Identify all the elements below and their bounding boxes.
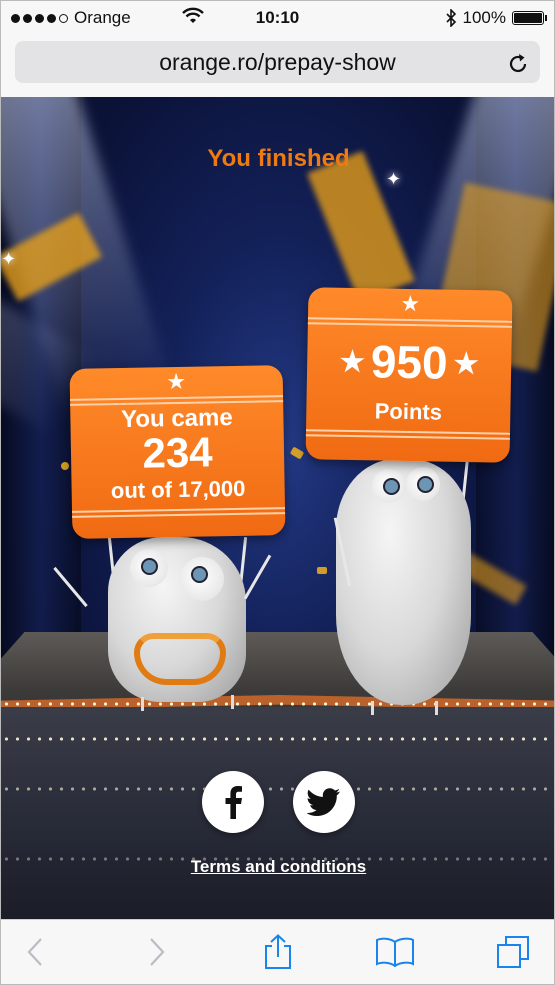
- points-row: ★ 950 ★: [307, 333, 512, 391]
- character-leg: [371, 701, 374, 715]
- twitter-icon: [307, 788, 340, 816]
- terms-and-conditions-link[interactable]: Terms and conditions: [1, 857, 554, 877]
- battery-icon: [512, 11, 547, 25]
- facebook-icon: [225, 786, 242, 819]
- twitter-share-button[interactable]: [293, 771, 355, 833]
- character-leg: [141, 697, 144, 711]
- star-icon: ★: [166, 368, 187, 395]
- rank-sign: ★ You came 234 out of 17,000: [69, 365, 286, 539]
- tabs-button[interactable]: [493, 934, 533, 970]
- phone-screen: Orange 10:10 100% orange.ro/prepay-show: [0, 0, 555, 985]
- points-label: Points: [374, 398, 443, 425]
- star-icon: ★: [400, 290, 421, 317]
- back-button[interactable]: [15, 934, 55, 970]
- character-mouth: [134, 633, 226, 685]
- character-eye: [406, 467, 440, 501]
- confetti: [61, 462, 69, 470]
- battery-group: 100%: [445, 8, 547, 28]
- battery-percent: 100%: [462, 8, 506, 27]
- character-left: [108, 537, 246, 702]
- points-sign: ★ ★ 950 ★ Points: [305, 287, 513, 463]
- points-value: 950: [370, 335, 449, 389]
- back-arrow-icon: [27, 938, 42, 966]
- stage-lights: [1, 787, 554, 791]
- character-eye: [372, 469, 406, 503]
- bookmarks-icon: [376, 937, 414, 967]
- browser-toolbar: [1, 919, 554, 984]
- character-leg: [231, 695, 234, 709]
- sparkle: ✦: [1, 249, 17, 269]
- forward-arrow-icon: [150, 938, 165, 966]
- share-button[interactable]: [258, 934, 298, 970]
- status-bar: Orange 10:10 100%: [1, 1, 554, 35]
- bluetooth-icon: [445, 9, 456, 27]
- star-icon: ★: [453, 347, 479, 379]
- result-title: You finished: [207, 145, 350, 172]
- stage-lights: [1, 702, 554, 706]
- bookmarks-button[interactable]: [375, 934, 415, 970]
- rank-number: 234: [142, 428, 213, 477]
- browser-address-bar: orange.ro/prepay-show: [1, 35, 554, 98]
- url-text: orange.ro/prepay-show: [159, 48, 396, 75]
- character-right: [336, 459, 471, 705]
- confetti: [289, 446, 305, 460]
- character-eye: [180, 557, 224, 601]
- confetti: [317, 567, 327, 574]
- tabs-icon: [497, 936, 529, 968]
- star-icon: ★: [339, 345, 366, 377]
- game-result-scene: ✦ ✦ You finished ★ You came 234 out of 1…: [1, 97, 554, 922]
- facebook-share-button[interactable]: [202, 771, 264, 833]
- share-icon: [265, 934, 291, 969]
- forward-button[interactable]: [137, 934, 177, 970]
- character-eye: [130, 549, 168, 587]
- url-field[interactable]: orange.ro/prepay-show: [15, 41, 540, 83]
- character-leg: [435, 701, 438, 715]
- reload-icon[interactable]: [506, 52, 530, 76]
- character-arm: [243, 554, 272, 600]
- stage-lights: [1, 737, 554, 741]
- rank-total: out of 17,000: [110, 475, 246, 504]
